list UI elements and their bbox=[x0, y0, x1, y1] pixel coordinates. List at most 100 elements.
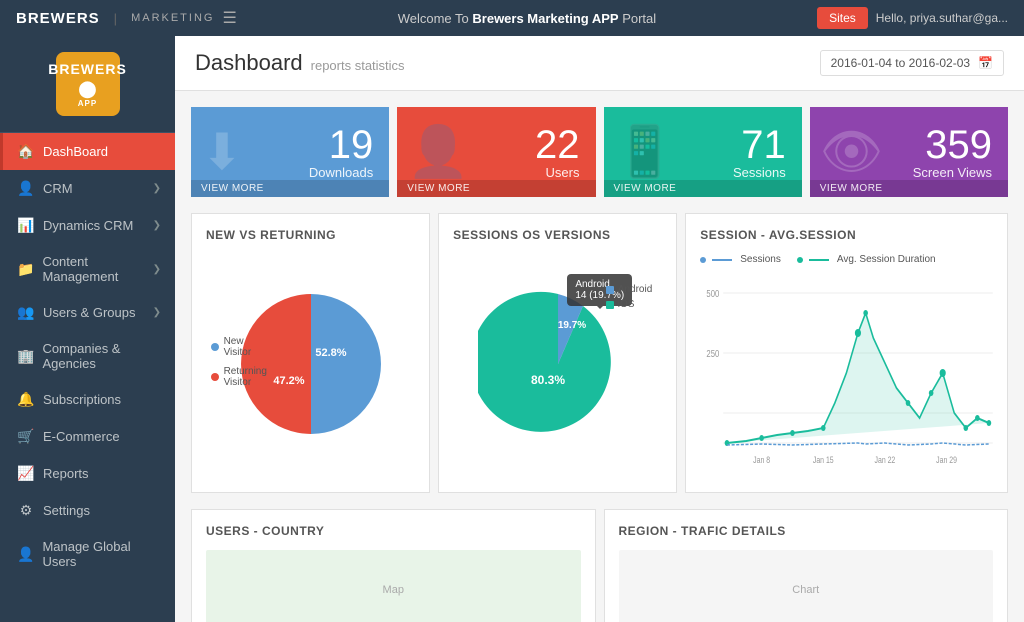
sidebar-item-manage-users[interactable]: 👤 Manage Global Users bbox=[0, 529, 175, 579]
nav-right-area: Sites Hello, priya.suthar@ga... bbox=[817, 7, 1008, 29]
legend-dot-sessions bbox=[700, 257, 706, 263]
legend-avg-session-line: Avg. Session Duration bbox=[797, 254, 936, 265]
line-chart-avg-session: 500 250 Jan 8 Jan 15 Jan 22 Jan 29 bbox=[700, 273, 993, 473]
region-traffic-title: REGION - TRAFIC DETAILS bbox=[619, 524, 994, 538]
stat-view-more-users[interactable]: VIEW MORE bbox=[397, 180, 595, 197]
nav-brand-area: BREWERS | MARKETING ☰ bbox=[16, 8, 237, 28]
traffic-placeholder: Chart bbox=[619, 550, 994, 622]
sidebar-icon-settings: ⚙ bbox=[17, 502, 35, 519]
users-country-title: USERS - COUNTRY bbox=[206, 524, 581, 538]
sidebar: BREWERS ⬤ APP 🏠 DashBoard 👤 CRM ❯ 📊 Dyna… bbox=[0, 36, 175, 622]
sidebar-label-settings: Settings bbox=[43, 503, 90, 518]
pie-legend-nvr: NewVisitor ReturningVisitor bbox=[211, 336, 267, 392]
content-header: Dashboard reports statistics 2016-01-04 … bbox=[175, 36, 1024, 91]
sidebar-label-subscriptions: Subscriptions bbox=[43, 392, 121, 407]
hamburger-icon[interactable]: ☰ bbox=[222, 8, 236, 28]
stat-bg-icon-sessions: 📱 bbox=[614, 123, 676, 182]
sidebar-inner-companies: 🏢 Companies & Agencies bbox=[17, 341, 161, 371]
sidebar-inner-users-groups: 👥 Users & Groups bbox=[17, 304, 135, 321]
stat-bg-icon-users: 👤 bbox=[407, 123, 469, 182]
stat-label-downloads: Downloads bbox=[309, 165, 373, 180]
sidebar-item-crm[interactable]: 👤 CRM ❯ bbox=[0, 170, 175, 207]
chart-avg-session: SESSION - AVG.SESSION Sessions Avg. Sess… bbox=[685, 213, 1008, 493]
stat-number-sessions: 71 bbox=[741, 125, 786, 165]
main-content: Dashboard reports statistics 2016-01-04 … bbox=[175, 36, 1024, 622]
calendar-icon: 📅 bbox=[978, 56, 993, 70]
sidebar-label-dynamics-crm: Dynamics CRM bbox=[43, 218, 133, 233]
date-range-picker[interactable]: 2016-01-04 to 2016-02-03 📅 bbox=[820, 50, 1004, 76]
sidebar-icon-subscriptions: 🔔 bbox=[17, 391, 35, 408]
sidebar-inner-manage-users: 👤 Manage Global Users bbox=[17, 539, 161, 569]
legend-returning-visitor: ReturningVisitor bbox=[211, 366, 267, 388]
sidebar-item-users-groups[interactable]: 👥 Users & Groups ❯ bbox=[0, 294, 175, 331]
pie-container-nvr: NewVisitor ReturningVisitor bbox=[206, 254, 415, 474]
stat-number-downloads: 19 bbox=[329, 125, 374, 165]
sidebar-item-settings[interactable]: ⚙ Settings bbox=[0, 492, 175, 529]
stat-card-screen-views[interactable]: 👁 359 Screen Views VIEW MORE bbox=[810, 107, 1008, 197]
legend-dot-returning bbox=[211, 373, 219, 381]
sidebar-icon-content: 📁 bbox=[17, 261, 34, 278]
sidebar-item-content[interactable]: 📁 Content Management ❯ bbox=[0, 244, 175, 294]
charts-row: NEW VS RETURNING NewVisitor ReturningVis… bbox=[175, 197, 1024, 509]
sidebar-item-companies[interactable]: 🏢 Companies & Agencies bbox=[0, 331, 175, 381]
sidebar-icon-manage-users: 👤 bbox=[17, 546, 34, 563]
stat-card-sessions[interactable]: 📱 71 Sessions VIEW MORE bbox=[604, 107, 802, 197]
os-legend-ios: iOS bbox=[606, 299, 652, 310]
sidebar-logo: BREWERS ⬤ APP bbox=[0, 36, 175, 133]
user-info-label: Hello, priya.suthar@ga... bbox=[876, 11, 1008, 25]
svg-text:250: 250 bbox=[707, 348, 720, 359]
svg-text:52.8%: 52.8% bbox=[315, 347, 346, 359]
stat-number-screen-views: 359 bbox=[925, 125, 992, 165]
stat-view-more-screen-views[interactable]: VIEW MORE bbox=[810, 180, 1008, 197]
line-legend: Sessions Avg. Session Duration bbox=[700, 254, 993, 265]
legend-dot-avg bbox=[797, 257, 803, 263]
sidebar-label-dashboard: DashBoard bbox=[43, 144, 108, 159]
sessions-pie-container: Android14 (19.7%) Android iOS bbox=[453, 254, 662, 474]
sidebar-label-manage-users: Manage Global Users bbox=[42, 539, 161, 569]
page-title: Dashboard bbox=[195, 50, 303, 76]
sites-button[interactable]: Sites bbox=[817, 7, 868, 29]
sidebar-item-ecommerce[interactable]: 🛒 E-Commerce bbox=[0, 418, 175, 455]
sidebar-icon-reports: 📈 bbox=[17, 465, 35, 482]
stat-label-screen-views: Screen Views bbox=[913, 165, 992, 180]
os-legend: Android iOS bbox=[606, 284, 652, 314]
logo-box: BREWERS ⬤ APP bbox=[56, 52, 120, 116]
os-dot-android bbox=[606, 286, 614, 294]
svg-text:500: 500 bbox=[707, 288, 720, 299]
stat-card-users[interactable]: 👤 22 Users VIEW MORE bbox=[397, 107, 595, 197]
chart-avg-title: SESSION - AVG.SESSION bbox=[700, 228, 993, 242]
sidebar-inner-dashboard: 🏠 DashBoard bbox=[17, 143, 108, 160]
os-dot-ios bbox=[606, 301, 614, 309]
sidebar-icon-dynamics-crm: 📊 bbox=[17, 217, 35, 234]
sidebar-inner-ecommerce: 🛒 E-Commerce bbox=[17, 428, 120, 445]
logo-top-text: BREWERS bbox=[48, 61, 127, 77]
stat-label-sessions: Sessions bbox=[733, 165, 786, 180]
stat-bg-icon-downloads: ⬇ bbox=[201, 123, 243, 181]
sidebar-item-reports[interactable]: 📈 Reports bbox=[0, 455, 175, 492]
sidebar-label-users-groups: Users & Groups bbox=[43, 305, 135, 320]
sidebar-item-dynamics-crm[interactable]: 📊 Dynamics CRM ❯ bbox=[0, 207, 175, 244]
sidebar-inner-subscriptions: 🔔 Subscriptions bbox=[17, 391, 121, 408]
sidebar-inner-settings: ⚙ Settings bbox=[17, 502, 90, 519]
logo-icon: ⬤ bbox=[79, 79, 97, 99]
stat-view-more-sessions[interactable]: VIEW MORE bbox=[604, 180, 802, 197]
sidebar-item-dashboard[interactable]: 🏠 DashBoard bbox=[0, 133, 175, 170]
logo-sub-text: APP bbox=[78, 99, 97, 108]
chart-users-country: USERS - COUNTRY Map bbox=[191, 509, 596, 622]
sidebar-inner-crm: 👤 CRM bbox=[17, 180, 73, 197]
brand-separator: | bbox=[114, 11, 117, 26]
sidebar-label-crm: CRM bbox=[43, 181, 73, 196]
stat-label-users: Users bbox=[546, 165, 580, 180]
stat-view-more-downloads[interactable]: VIEW MORE bbox=[191, 180, 389, 197]
legend-sessions-line: Sessions bbox=[700, 254, 781, 265]
legend-dot-new bbox=[211, 343, 219, 351]
chart-nvr-title: NEW VS RETURNING bbox=[206, 228, 415, 242]
svg-text:Jan 8: Jan 8 bbox=[753, 455, 770, 465]
sidebar-icon-dashboard: 🏠 bbox=[17, 143, 35, 160]
chart-sessions-os: SESSIONS OS VERSIONS Android14 (19.7%) A… bbox=[438, 213, 677, 493]
sidebar-inner-dynamics-crm: 📊 Dynamics CRM bbox=[17, 217, 133, 234]
stat-card-downloads[interactable]: ⬇ 19 Downloads VIEW MORE bbox=[191, 107, 389, 197]
svg-text:Jan 29: Jan 29 bbox=[936, 455, 957, 465]
sidebar-label-companies: Companies & Agencies bbox=[42, 341, 161, 371]
sidebar-item-subscriptions[interactable]: 🔔 Subscriptions bbox=[0, 381, 175, 418]
